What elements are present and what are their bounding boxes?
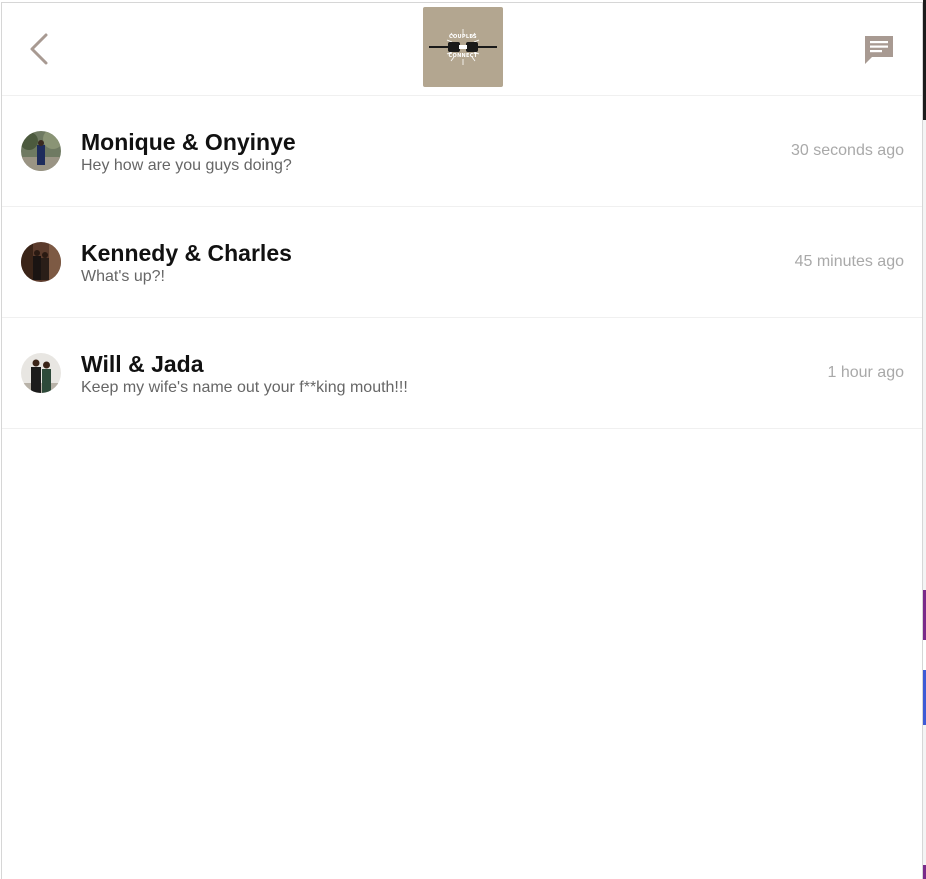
conversation-preview: Keep my wife's name out your f**king mou…	[81, 379, 408, 396]
back-button[interactable]	[24, 31, 54, 67]
new-message-button[interactable]	[862, 33, 896, 67]
logo-text-top: COUPLES	[449, 34, 477, 40]
chevron-left-icon	[30, 33, 48, 65]
conversation-timestamp: 30 seconds ago	[791, 142, 904, 159]
chat-bubble-icon	[865, 36, 893, 64]
avatar	[21, 353, 61, 393]
logo-text-bottom: CONNECT	[448, 53, 478, 59]
conversation-list: Monique & Onyinye Hey how are you guys d…	[2, 96, 922, 429]
conversation-timestamp: 1 hour ago	[827, 364, 904, 381]
conversation-timestamp: 45 minutes ago	[794, 253, 904, 270]
conversation-name: Will & Jada	[81, 351, 204, 377]
conversation-item[interactable]: Monique & Onyinye Hey how are you guys d…	[2, 96, 922, 207]
conversation-name: Monique & Onyinye	[81, 129, 296, 155]
conversation-item[interactable]: Will & Jada Keep my wife's name out your…	[2, 318, 922, 429]
conversation-preview: Hey how are you guys doing?	[81, 157, 292, 174]
conversation-item[interactable]: Kennedy & Charles What's up?! 45 minutes…	[2, 207, 922, 318]
messages-window: COUPLES CONNECT Monique & Onyinye Hey ho…	[1, 2, 923, 879]
avatar	[21, 242, 61, 282]
avatar	[21, 131, 61, 171]
conversation-preview: What's up?!	[81, 268, 165, 285]
header-bar: COUPLES CONNECT	[2, 3, 922, 96]
app-logo[interactable]: COUPLES CONNECT	[423, 7, 503, 87]
conversation-name: Kennedy & Charles	[81, 240, 292, 266]
logo-emblem-icon	[429, 29, 497, 65]
